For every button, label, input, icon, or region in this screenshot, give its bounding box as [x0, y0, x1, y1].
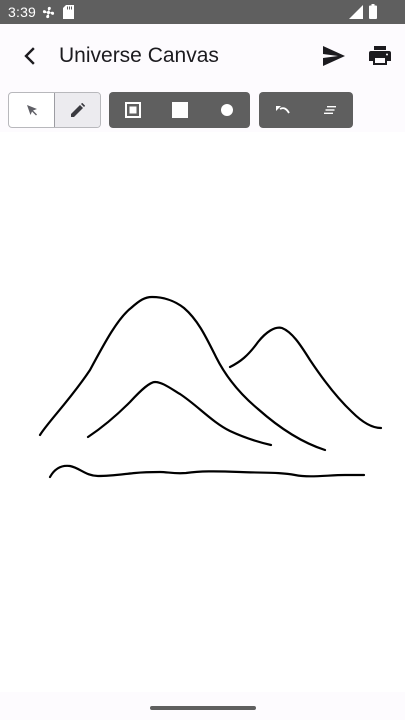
select-mode-button[interactable]: [9, 93, 54, 127]
print-button[interactable]: [362, 38, 398, 74]
gesture-handle[interactable]: [150, 706, 256, 710]
status-bar: 3:39: [0, 0, 405, 24]
stroke-large-mountain: [38, 295, 327, 452]
undo-icon: [275, 106, 290, 114]
stroke-ground-line: [48, 464, 366, 479]
battery-icon: [369, 4, 377, 24]
arrow-back-icon: [24, 47, 35, 65]
clear-button[interactable]: [306, 92, 353, 128]
mode-toggle-group: [8, 92, 101, 128]
system-nav-bar: [0, 692, 405, 720]
clear-lines-icon: [323, 106, 336, 114]
shape-tool-group: [109, 92, 250, 128]
page-title: Universe Canvas: [59, 44, 219, 67]
draw-mode-button[interactable]: [54, 93, 100, 127]
undo-button[interactable]: [259, 92, 306, 128]
pointer-arrow-icon: [26, 105, 37, 116]
outlined-rectangle-button[interactable]: [109, 92, 156, 128]
app-bar: Universe Canvas: [0, 24, 405, 88]
filled-rectangle-button[interactable]: [156, 92, 203, 128]
back-button[interactable]: [10, 36, 50, 76]
drawing-toolbar: [0, 92, 405, 128]
sd-card-icon: [63, 5, 74, 24]
edit-tool-group: [259, 92, 353, 128]
send-button[interactable]: [316, 38, 352, 74]
pencil-icon: [71, 103, 85, 117]
circle-button[interactable]: [203, 92, 250, 128]
fan-icon: [42, 6, 55, 24]
signal-icon: [349, 5, 363, 24]
print-icon: [369, 46, 391, 65]
filled-square-icon: [171, 102, 188, 118]
send-icon: [323, 46, 345, 66]
drawing-canvas[interactable]: [0, 132, 405, 692]
filled-circle-icon: [220, 104, 233, 116]
status-time: 3:39: [8, 4, 37, 20]
stroke-front-hill: [86, 380, 273, 447]
outlined-square-icon: [124, 102, 141, 118]
stroke-small-mountain: [228, 326, 383, 430]
